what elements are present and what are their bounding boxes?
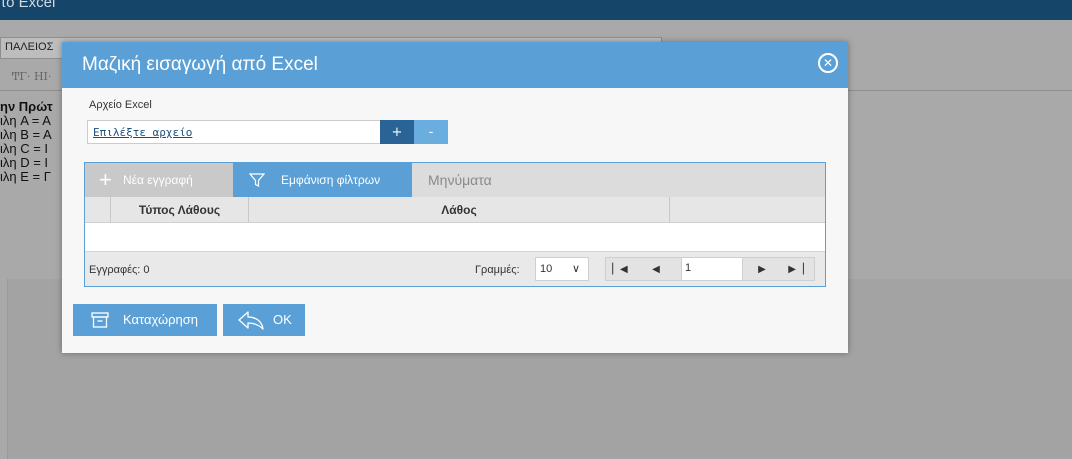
first-page-icon[interactable]: ▏◀ bbox=[608, 258, 632, 280]
remove-file-button[interactable]: - bbox=[414, 120, 448, 144]
chevron-down-icon: ∨ bbox=[572, 263, 581, 275]
file-label: Αρχείο Excel bbox=[89, 99, 152, 111]
background-text-line: ιλη E = Γ bbox=[0, 169, 51, 184]
rows-per-page-select[interactable]: 10 ∨ bbox=[535, 257, 589, 281]
column-error[interactable]: Λάθος bbox=[249, 197, 670, 222]
add-file-button[interactable]: + bbox=[380, 120, 414, 144]
new-record-label: Νέα εγγραφή bbox=[123, 173, 193, 187]
excel-import-dialog: Μαζική εισαγωγή από Excel ✕ Αρχείο Excel… bbox=[62, 42, 848, 353]
background-field-text: ΠΑΛΕΙΟΣ bbox=[5, 41, 54, 53]
messages-label: Μηνύματα bbox=[428, 172, 492, 188]
ok-button-label: OK bbox=[273, 312, 292, 327]
app-header: πο Excel bbox=[0, 0, 1072, 20]
background-text-line: ιλη A = A bbox=[0, 113, 51, 128]
close-icon[interactable]: ✕ bbox=[818, 53, 838, 73]
file-input[interactable]: Επιλέξτε αρχείο bbox=[87, 120, 383, 144]
grid-header: Τύπος Λάθους Λάθος bbox=[85, 197, 825, 223]
background-text-line: ην Πρώτ bbox=[0, 99, 53, 114]
grid-header-extra bbox=[670, 197, 825, 222]
messages-grid: + Νέα εγγραφή Εμφάνιση φίλτρων Μηνύματα … bbox=[84, 162, 826, 287]
grid-header-selector bbox=[85, 197, 111, 222]
grid-footer: Εγγραφές: 0 Γραμμές: 10 ∨ ▏◀ ◀ 1 ▶ ▶▕ bbox=[85, 251, 825, 286]
plus-icon: + bbox=[99, 167, 112, 192]
ok-button[interactable]: OK bbox=[223, 304, 305, 336]
save-button[interactable]: Καταχώρηση bbox=[73, 304, 217, 336]
pager: ▏◀ ◀ 1 ▶ ▶▕ bbox=[605, 257, 815, 281]
dialog-title: Μαζική εισαγωγή από Excel bbox=[82, 54, 318, 75]
prev-page-icon[interactable]: ◀ bbox=[644, 258, 668, 280]
page-number-value: 1 bbox=[685, 262, 692, 274]
grid-toolbar: + Νέα εγγραφή Εμφάνιση φίλτρων Μηνύματα bbox=[85, 163, 825, 197]
archive-icon bbox=[91, 312, 109, 328]
page-number-input[interactable]: 1 bbox=[681, 258, 743, 280]
save-button-label: Καταχώρηση bbox=[123, 312, 198, 327]
background-text-line: ιλη B = A bbox=[0, 127, 52, 142]
show-filters-label: Εμφάνιση φίλτρων bbox=[281, 173, 381, 187]
background-toolbar-text: ͲΓ· HI· bbox=[12, 70, 52, 83]
record-count: Εγγραφές: 0 bbox=[89, 264, 150, 276]
app-header-title: πο Excel bbox=[0, 0, 56, 11]
background-text: ην Πρώτ ιλη A = A ιλη B = A ιλη C = I ιλ… bbox=[0, 100, 53, 184]
show-filters-button[interactable]: Εμφάνιση φίλτρων bbox=[233, 163, 412, 197]
column-error-type[interactable]: Τύπος Λάθους bbox=[111, 197, 249, 222]
grid-rows bbox=[85, 223, 825, 251]
file-input-placeholder[interactable]: Επιλέξτε αρχείο bbox=[93, 126, 192, 139]
next-page-icon[interactable]: ▶ bbox=[750, 258, 774, 280]
last-page-icon[interactable]: ▶▕ bbox=[784, 258, 808, 280]
filter-icon bbox=[249, 173, 265, 187]
new-record-button[interactable]: + Νέα εγγραφή bbox=[85, 163, 233, 197]
rows-per-page-value: 10 bbox=[540, 263, 553, 275]
reply-arrow-icon bbox=[238, 311, 264, 330]
dialog-header: Μαζική εισαγωγή από Excel ✕ bbox=[62, 42, 848, 88]
background-text-line: ιλη D = I bbox=[0, 155, 49, 170]
background-text-line: ιλη C = I bbox=[0, 141, 49, 156]
rows-per-page-label: Γραμμές: bbox=[475, 264, 520, 276]
